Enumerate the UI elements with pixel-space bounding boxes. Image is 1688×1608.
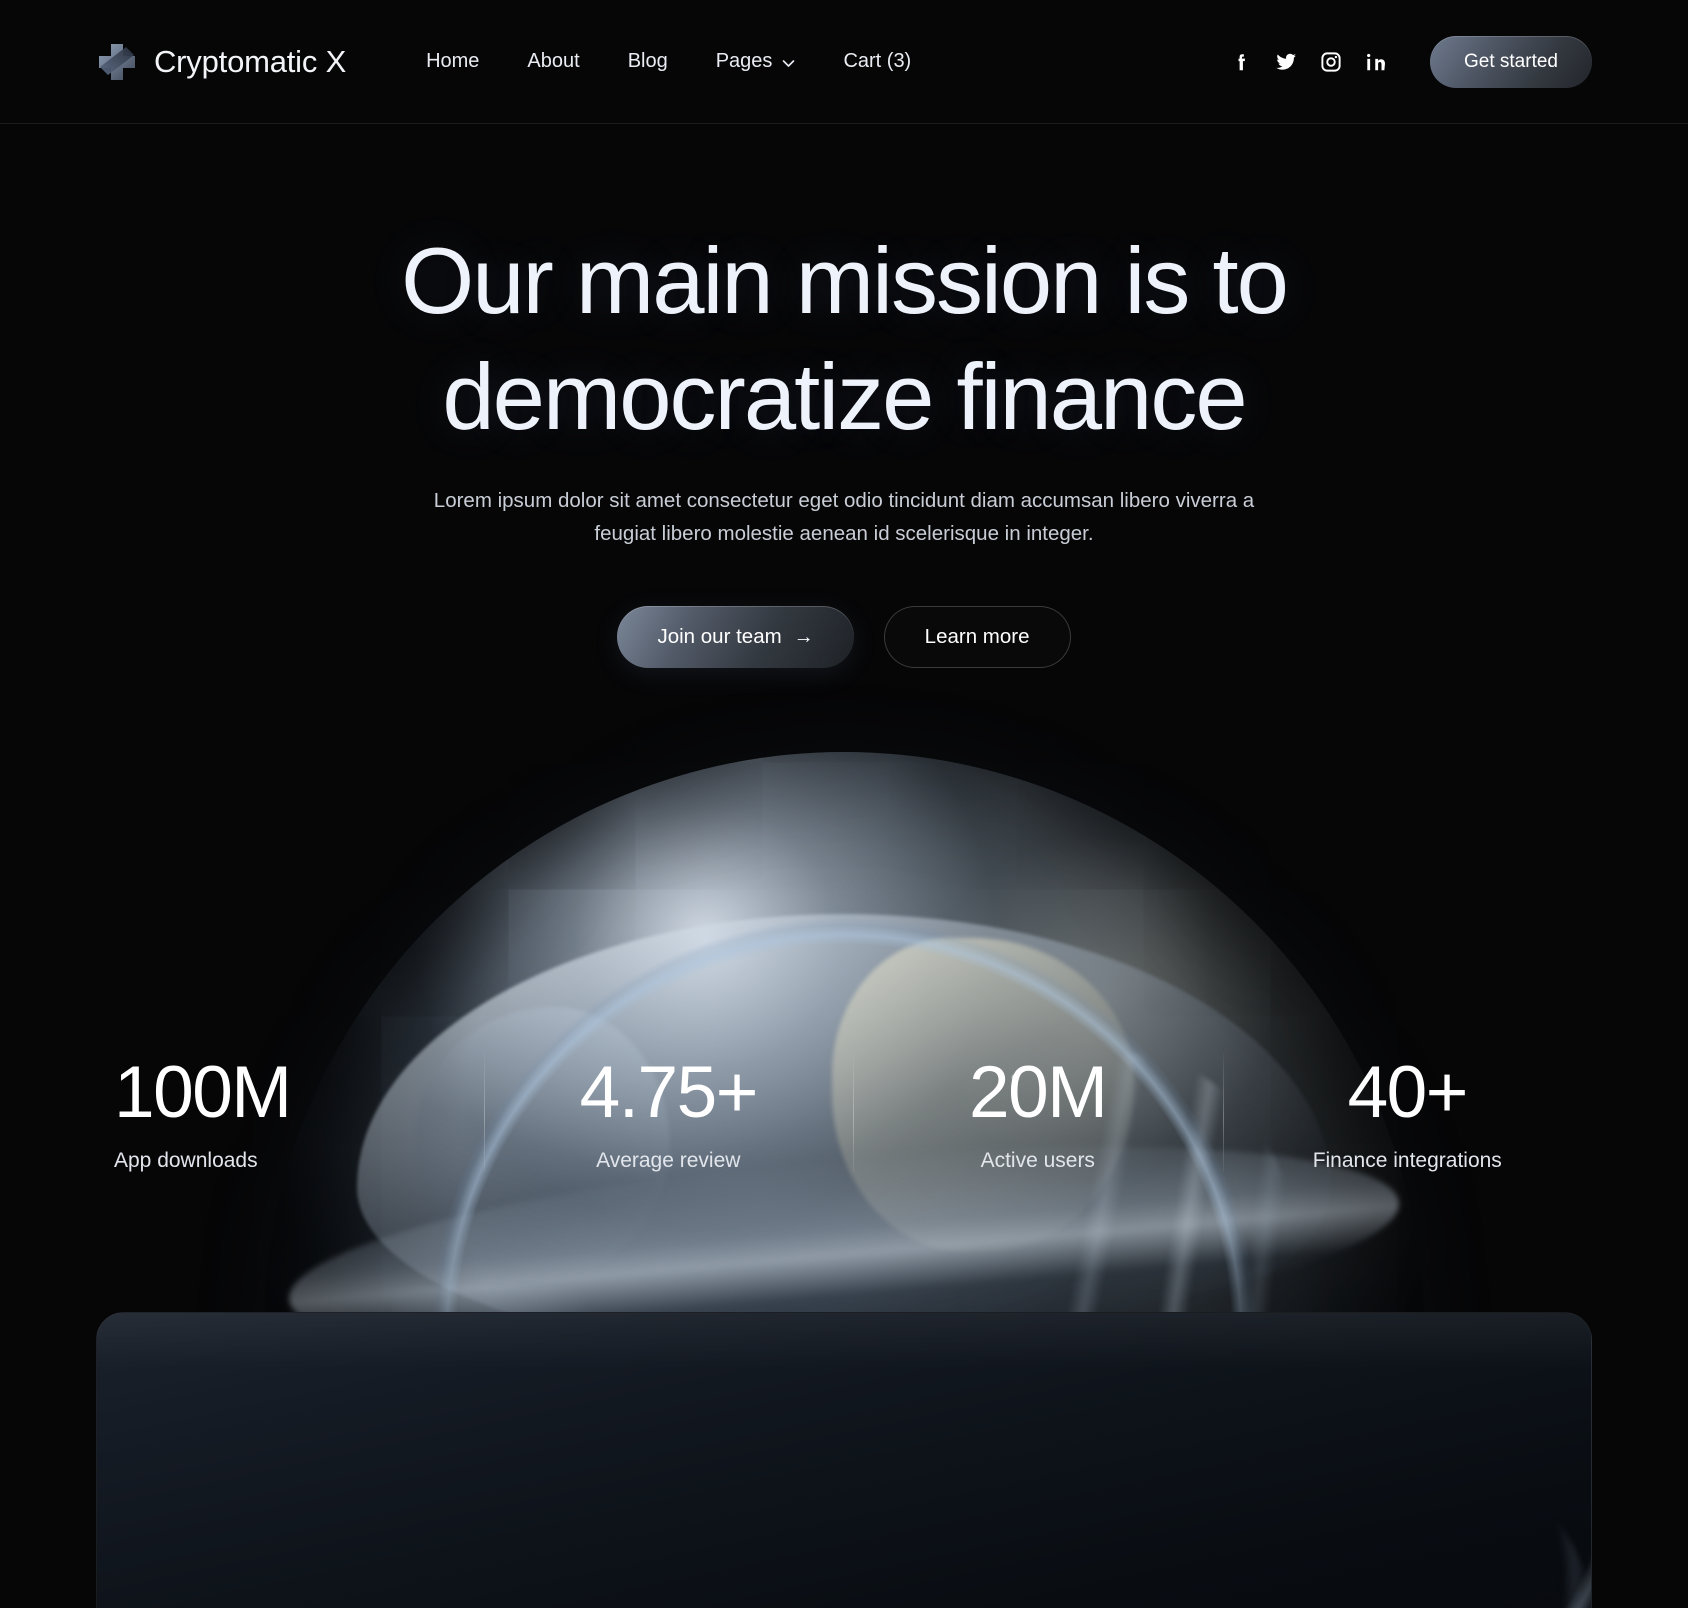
nav-item-cart[interactable]: Cart (3) bbox=[819, 40, 935, 83]
feature-panel bbox=[96, 1312, 1592, 1608]
social-links bbox=[1229, 50, 1388, 74]
nav-item-label: Blog bbox=[627, 50, 668, 72]
nav-item-label: About bbox=[527, 50, 580, 72]
hero-paragraph: Lorem ipsum dolor sit amet consectetur e… bbox=[433, 489, 1255, 546]
stat-label: App downloads bbox=[114, 1149, 258, 1172]
stat-finance-integrations: 40+ Finance integrations bbox=[1222, 1052, 1593, 1187]
stat-average-review: 4.75+ Average review bbox=[483, 1052, 854, 1187]
nav-item-label: Cart (3) bbox=[843, 50, 912, 72]
nav-item-about[interactable]: About bbox=[503, 40, 603, 83]
hero-heading-line-2: democratize finance bbox=[442, 344, 1247, 449]
stat-label: Average review bbox=[596, 1149, 741, 1172]
hero-heading-line-1: Our main mission is to bbox=[401, 228, 1289, 333]
nav-item-blog[interactable]: Blog bbox=[604, 40, 692, 83]
join-our-team-label: Join our team bbox=[657, 625, 782, 649]
instagram-icon[interactable] bbox=[1319, 50, 1343, 74]
nav-item-home[interactable]: Home bbox=[402, 40, 503, 83]
nav-item-label: Home bbox=[426, 50, 480, 72]
stat-value: 4.75+ bbox=[579, 1052, 759, 1133]
stat-value: 40+ bbox=[1347, 1052, 1469, 1133]
hero-section: Our main mission is to democratize finan… bbox=[0, 124, 1688, 669]
nav-item-label: Pages bbox=[715, 50, 773, 72]
arrow-right-icon: → bbox=[793, 626, 814, 649]
stat-active-users: 20M Active users bbox=[853, 1052, 1223, 1187]
brand-name: Cryptomatic X bbox=[154, 43, 347, 79]
learn-more-button[interactable]: Learn more bbox=[883, 606, 1071, 669]
linkedin-icon[interactable] bbox=[1364, 50, 1388, 74]
main-navigation: Home About Blog Pages Cart (3) bbox=[402, 40, 935, 83]
site-header: Cryptomatic X Home About Blog Pages Cart… bbox=[0, 0, 1688, 124]
hero-cta-group: Join our team → Learn more bbox=[0, 606, 1688, 669]
brand-logo-link[interactable]: Cryptomatic X bbox=[96, 41, 346, 83]
stat-label: Active users bbox=[980, 1149, 1095, 1172]
stats-section: 100M App downloads 4.75+ Average review … bbox=[96, 1052, 1592, 1187]
chevron-down-icon bbox=[782, 53, 795, 67]
landing-page: Cryptomatic X Home About Blog Pages Cart… bbox=[0, 0, 1688, 1608]
plus-slash-logo-icon bbox=[96, 41, 138, 83]
stat-label: Finance integrations bbox=[1312, 1149, 1502, 1172]
nav-item-pages[interactable]: Pages bbox=[692, 40, 820, 83]
page-title: Our main mission is to democratize finan… bbox=[0, 124, 1688, 444]
facebook-icon[interactable] bbox=[1229, 50, 1253, 74]
stat-value: 100M bbox=[114, 1052, 292, 1133]
twitter-icon[interactable] bbox=[1274, 50, 1298, 74]
stat-value: 20M bbox=[968, 1052, 1108, 1133]
get-started-button[interactable]: Get started bbox=[1430, 35, 1592, 88]
stat-app-downloads: 100M App downloads bbox=[96, 1052, 484, 1187]
join-our-team-button[interactable]: Join our team → bbox=[617, 606, 854, 669]
